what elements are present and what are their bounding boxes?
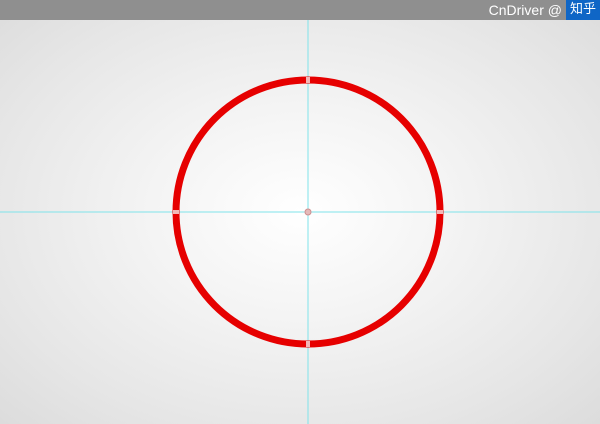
anchor-point-left[interactable] [173,210,179,214]
anchor-point-right[interactable] [437,210,443,214]
anchor-point-bottom[interactable] [306,341,310,347]
anchor-point-top[interactable] [306,77,310,83]
canvas [0,20,600,424]
design-canvas-screen: CnDriver @ 知乎 [0,0,600,424]
center-point[interactable] [304,208,312,216]
